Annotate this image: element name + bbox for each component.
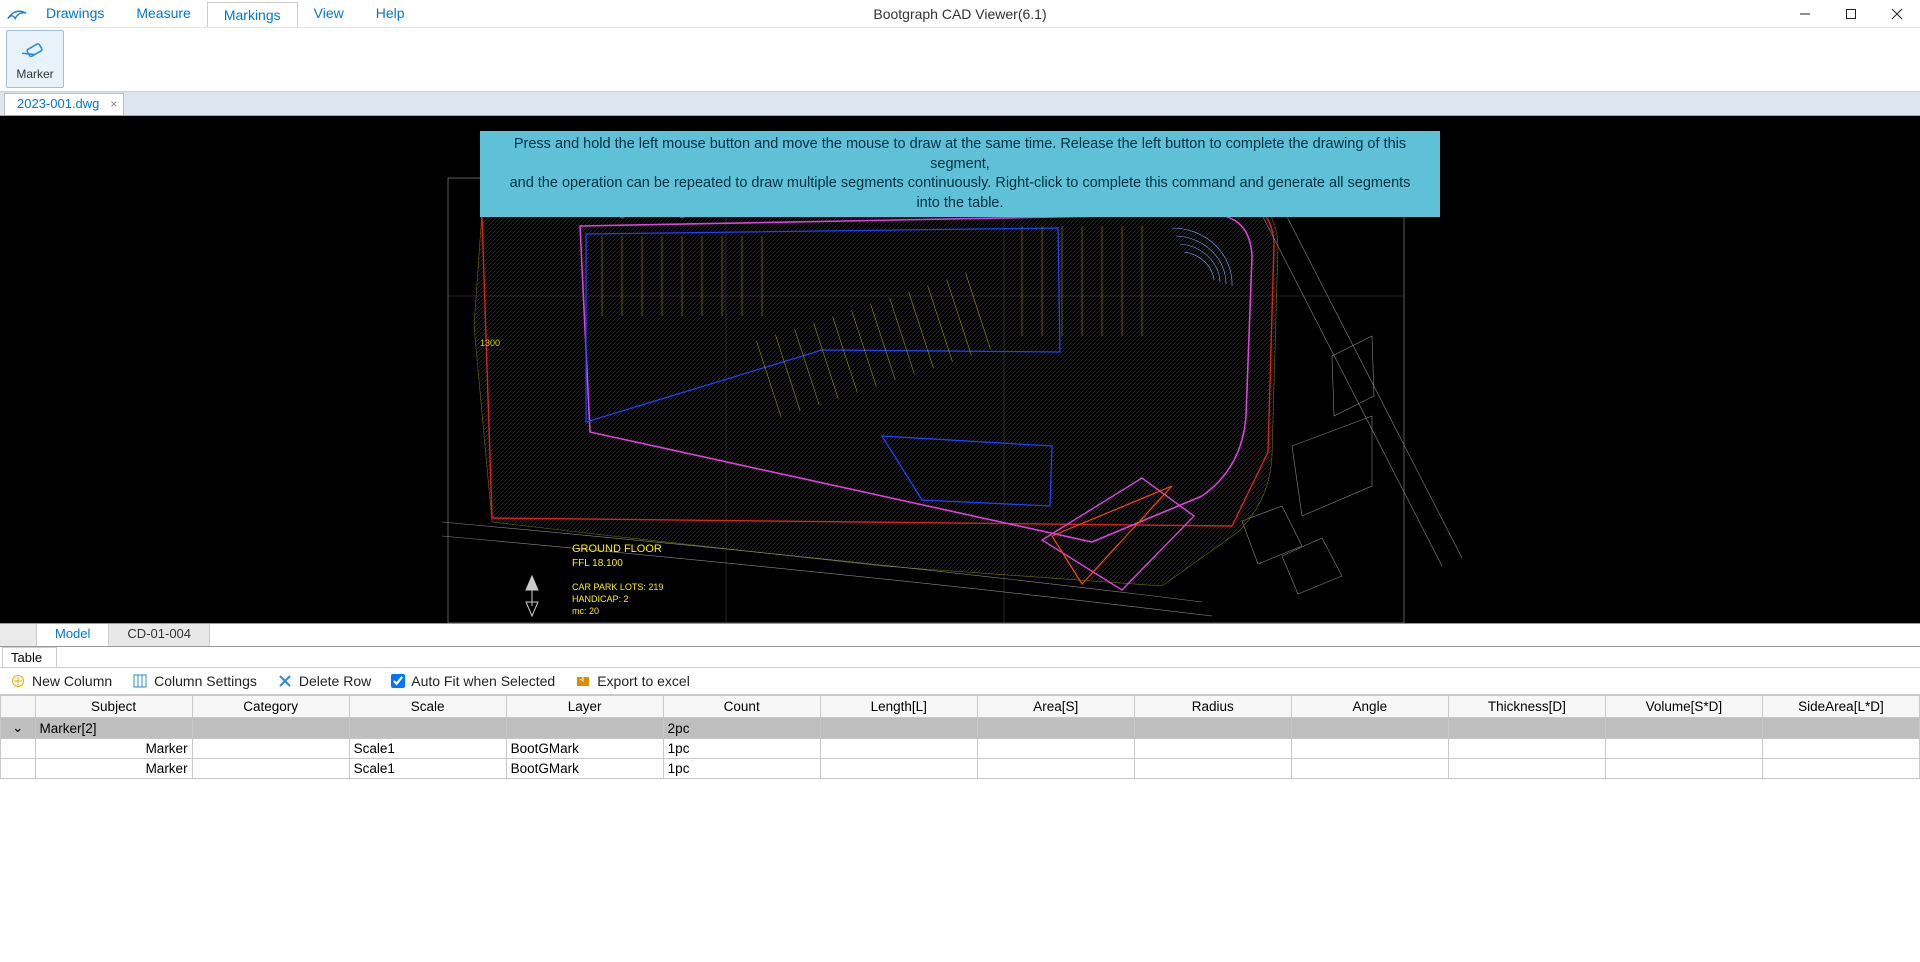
document-tab[interactable]: 2023-001.dwg × (4, 93, 124, 115)
delete-row-label: Delete Row (299, 673, 371, 689)
instruction-banner: Press and hold the left mouse button and… (480, 131, 1440, 217)
column-settings-button[interactable]: Column Settings (128, 671, 261, 691)
svg-text:mc: 20: mc: 20 (572, 606, 599, 616)
group-count: 2pc (663, 718, 820, 739)
col-volume[interactable]: Volume[S*D] (1605, 696, 1762, 718)
cell-count: 1pc (663, 759, 820, 779)
svg-text:GROUND FLOOR: GROUND FLOOR (572, 543, 662, 555)
document-tab-label: 2023-001.dwg (17, 96, 99, 111)
maximize-button[interactable] (1828, 0, 1874, 28)
svg-text:HANDICAP: 2: HANDICAP: 2 (572, 594, 629, 604)
hint-line-2: and the operation can be repeated to dra… (500, 174, 1420, 213)
export-excel-icon (575, 673, 591, 689)
cell-subject: Marker (35, 759, 192, 779)
svg-text:FFL 18.100: FFL 18.100 (572, 558, 623, 569)
autofit-checkbox[interactable]: Auto Fit when Selected (387, 671, 559, 691)
table-header-row: Subject Category Scale Layer Count Lengt… (1, 696, 1920, 718)
cell-category (192, 739, 349, 759)
column-settings-label: Column Settings (154, 673, 257, 689)
expander-column-header (1, 696, 36, 718)
eraser-icon (21, 37, 49, 65)
model-tab[interactable]: Model (37, 624, 109, 646)
delete-row-icon (277, 673, 293, 689)
autofit-label: Auto Fit when Selected (411, 673, 555, 689)
menu-measure[interactable]: Measure (120, 1, 206, 26)
close-button[interactable] (1874, 0, 1920, 28)
col-scale[interactable]: Scale (349, 696, 506, 718)
close-icon[interactable]: × (110, 97, 117, 111)
table-group-row[interactable]: ⌄ Marker[2] 2pc (1, 718, 1920, 739)
hint-line-1: Press and hold the left mouse button and… (500, 135, 1420, 174)
table-panel: Table New Column Column Settings Delete … (0, 646, 1920, 779)
cell-layer: BootGMark (506, 739, 663, 759)
cell-scale: Scale1 (349, 759, 506, 779)
autofit-checkbox-input[interactable] (391, 674, 405, 688)
svg-text:CAR PARK LOTS: 219: CAR PARK LOTS: 219 (572, 582, 663, 592)
marker-tool-label: Marker (16, 67, 53, 81)
col-angle[interactable]: Angle (1291, 696, 1448, 718)
col-thickness[interactable]: Thickness[D] (1448, 696, 1605, 718)
table-row[interactable]: Marker Scale1 BootGMark 1pc (1, 739, 1920, 759)
menu-view[interactable]: View (298, 1, 360, 26)
layout-tab-sheet[interactable]: CD-01-004 (109, 624, 210, 646)
drawing-canvas[interactable]: Press and hold the left mouse button and… (0, 116, 1920, 623)
table-panel-tab[interactable]: Table (2, 647, 57, 667)
titlebar: Drawings Measure Markings View Help Boot… (0, 0, 1920, 28)
table-toolbar: New Column Column Settings Delete Row Au… (0, 667, 1920, 695)
delete-row-button[interactable]: Delete Row (273, 671, 375, 691)
main-menu: Drawings Measure Markings View Help (30, 1, 421, 26)
document-tab-strip: 2023-001.dwg × (0, 92, 1920, 116)
new-column-label: New Column (32, 673, 112, 689)
marker-tool[interactable]: Marker (6, 30, 64, 88)
chevron-down-icon[interactable]: ⌄ (1, 718, 36, 739)
cell-scale: Scale1 (349, 739, 506, 759)
col-sidearea[interactable]: SideArea[L*D] (1762, 696, 1919, 718)
cell-subject: Marker (35, 739, 192, 759)
cell-category (192, 759, 349, 779)
layout-tab-strip: Model CD-01-004 (0, 623, 1920, 646)
group-subject: Marker[2] (35, 718, 192, 739)
svg-text:1300: 1300 (480, 338, 500, 348)
menu-drawings[interactable]: Drawings (30, 1, 120, 26)
col-subject[interactable]: Subject (35, 696, 192, 718)
new-column-icon (10, 673, 26, 689)
menu-help[interactable]: Help (360, 1, 421, 26)
col-layer[interactable]: Layer (506, 696, 663, 718)
minimize-button[interactable] (1782, 0, 1828, 28)
column-settings-icon (132, 673, 148, 689)
measurement-table[interactable]: Subject Category Scale Layer Count Lengt… (0, 695, 1920, 779)
menu-markings[interactable]: Markings (207, 2, 298, 27)
app-title: Bootgraph CAD Viewer(6.1) (873, 6, 1046, 22)
window-controls (1782, 0, 1920, 28)
export-excel-label: Export to excel (597, 673, 690, 689)
col-radius[interactable]: Radius (1134, 696, 1291, 718)
app-logo (4, 2, 30, 26)
cell-layer: BootGMark (506, 759, 663, 779)
col-count[interactable]: Count (663, 696, 820, 718)
ribbon: Marker (0, 28, 1920, 92)
new-column-button[interactable]: New Column (6, 671, 116, 691)
export-excel-button[interactable]: Export to excel (571, 671, 694, 691)
col-length[interactable]: Length[L] (820, 696, 977, 718)
col-category[interactable]: Category (192, 696, 349, 718)
cell-count: 1pc (663, 739, 820, 759)
table-row[interactable]: Marker Scale1 BootGMark 1pc (1, 759, 1920, 779)
col-area[interactable]: Area[S] (977, 696, 1134, 718)
layout-tab-spacer (0, 624, 37, 646)
